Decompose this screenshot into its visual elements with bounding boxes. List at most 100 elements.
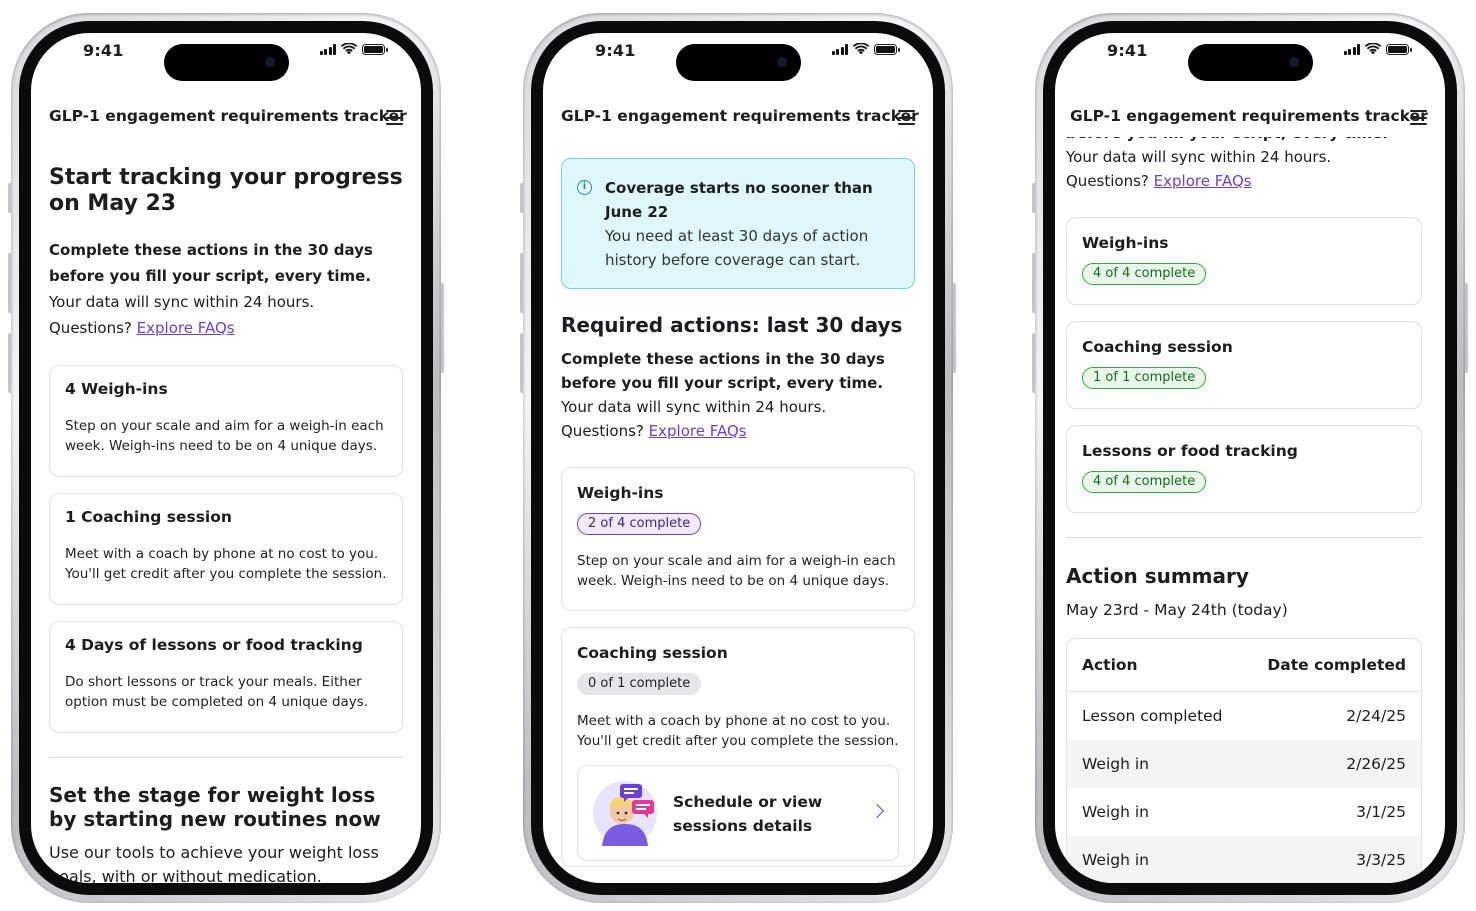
cellular-signal-icon — [831, 43, 848, 55]
status-icons — [1343, 43, 1412, 55]
hamburger-menu-icon[interactable] — [1410, 110, 1427, 125]
card-body: Meet with a coach by phone at no cost to… — [577, 713, 899, 749]
row-action: Weigh in — [1082, 755, 1149, 773]
info-icon: i — [577, 180, 592, 195]
card-body: Step on your scale and aim for a weigh-i… — [577, 553, 896, 589]
info-body: You need at least 30 days of action hist… — [605, 227, 869, 269]
coaching-session-card: Coaching session 0 of 1 complete Meet wi… — [561, 627, 915, 867]
card-body: Do short lessons or track your meals. Ei… — [65, 674, 369, 710]
table-row: Lesson completed 2/24/25 — [1067, 692, 1421, 740]
intro-text: Complete these actions in the 30 days be… — [49, 241, 373, 285]
explore-faqs-link[interactable]: Explore FAQs — [137, 319, 235, 337]
app-header: GLP-1 engagement requirements tracker — [543, 101, 933, 137]
card-title: Lessons or food tracking — [1082, 442, 1298, 460]
coverage-info-banner: i Coverage starts no sooner than June 22… — [561, 158, 915, 289]
weigh-ins-card: Weigh-ins 4 of 4 complete — [1066, 217, 1422, 305]
wifi-icon — [1365, 43, 1381, 55]
row-date: 3/1/25 — [1356, 803, 1406, 821]
complete-badge: 4 of 4 complete — [1082, 471, 1207, 493]
card-title: Weigh-ins — [1082, 234, 1169, 252]
cellular-signal-icon — [1343, 43, 1360, 55]
battery-icon — [874, 43, 900, 55]
phone-mockup-3: 9:41 GLP-1 engagement requirements track… — [1032, 13, 1468, 903]
row-action: Lesson completed — [1082, 707, 1223, 725]
status-icons — [831, 43, 900, 55]
app-title: GLP-1 engagement requirements tracker — [561, 107, 919, 125]
page-title: Start tracking your progress on May 23 — [49, 165, 403, 216]
card-title: Weigh-ins — [577, 484, 664, 502]
card-body: Step on your scale and aim for a weigh-i… — [65, 418, 384, 454]
app-header: GLP-1 engagement requirements tracker — [31, 101, 421, 137]
main-content: i Coverage starts no sooner than June 22… — [543, 137, 933, 883]
status-time: 9:41 — [83, 41, 124, 60]
explore-faqs-link[interactable]: Explore FAQs — [1154, 172, 1252, 190]
questions-line: Questions? Explore FAQs — [1066, 169, 1422, 193]
main-content: Start tracking your progress on May 23 C… — [31, 137, 421, 883]
phone-screen: 9:41 GLP-1 engagement requirements track… — [31, 33, 421, 883]
complete-badge: 4 of 4 complete — [1082, 263, 1207, 285]
row-date: 2/24/25 — [1346, 707, 1406, 725]
wifi-icon — [853, 43, 869, 55]
progress-badge: 2 of 4 complete — [577, 513, 702, 535]
weigh-ins-card: Weigh-ins 2 of 4 complete Step on your s… — [561, 467, 915, 611]
coaching-session-card: 1 Coaching session Meet with a coach by … — [49, 493, 403, 605]
status-icons — [319, 43, 388, 55]
table-row: Weigh in 2/26/25 — [1067, 740, 1421, 788]
card-title: 4 Days of lessons or food tracking — [65, 636, 363, 654]
action-summary-heading: Action summary — [1066, 564, 1249, 588]
phone-mockup-1: 9:41 GLP-1 engagement requirements track… — [8, 13, 444, 903]
table-header-row: Action Date completed — [1067, 639, 1421, 692]
summary-date-range: May 23rd - May 24th (today) — [1066, 601, 1288, 619]
app-header: GLP-1 engagement requirements tracker — [1055, 101, 1445, 137]
app-title: GLP-1 engagement requirements tracker — [1070, 107, 1428, 125]
column-header-date: Date completed — [1267, 656, 1406, 674]
weigh-ins-card: 4 Weigh-ins Step on your scale and aim f… — [49, 365, 403, 477]
progress-badge: 0 of 1 complete — [577, 673, 702, 695]
status-bar: 9:41 — [31, 33, 421, 83]
hamburger-menu-icon[interactable] — [898, 110, 915, 125]
sync-text: Your data will sync within 24 hours. — [1066, 148, 1332, 166]
status-bar: 9:41 — [1055, 33, 1445, 83]
status-bar: 9:41 — [543, 33, 933, 83]
row-date: 3/3/25 — [1356, 851, 1406, 869]
questions-line: Questions? Explore FAQs — [561, 419, 915, 443]
section-body: Use our tools to achieve your weight los… — [49, 843, 379, 883]
intro-text-partial: before you fill your script, every time. — [1066, 137, 1422, 145]
explore-faqs-link[interactable]: Explore FAQs — [649, 422, 747, 440]
section-heading: Set the stage for weight loss by startin… — [49, 783, 381, 831]
action-summary-table: Action Date completed Lesson completed 2… — [1066, 638, 1422, 883]
battery-icon — [362, 43, 388, 55]
info-title: Coverage starts no sooner than June 22 — [605, 179, 873, 221]
phone-mockup-2: 9:41 GLP-1 engagement requirements track… — [520, 13, 956, 903]
main-content: before you fill your script, every time.… — [1055, 137, 1445, 883]
questions-line: Questions? Explore FAQs — [49, 315, 403, 341]
status-time: 9:41 — [595, 41, 636, 60]
card-title: Coaching session — [1082, 338, 1233, 356]
coaching-session-card: Coaching session 1 of 1 complete — [1066, 321, 1422, 409]
row-action: Weigh in — [1082, 803, 1149, 821]
chevron-right-icon — [869, 803, 885, 819]
intro-text: Complete these actions in the 30 days be… — [561, 350, 885, 392]
lessons-food-tracking-card: Lessons or food tracking 4 of 4 complete — [1066, 425, 1422, 513]
lessons-food-tracking-card: 4 Days of lessons or food tracking Do sh… — [49, 621, 403, 733]
sync-text: Your data will sync within 24 hours. — [561, 398, 827, 416]
questions-label: Questions? — [561, 422, 644, 440]
questions-label: Questions? — [1066, 172, 1149, 190]
card-title: 1 Coaching session — [65, 508, 232, 526]
wifi-icon — [341, 43, 357, 55]
phone-screen: 9:41 GLP-1 engagement requirements track… — [1055, 33, 1445, 883]
coach-avatar-illustration — [593, 781, 657, 846]
schedule-sessions-label: Schedule or view sessions details — [673, 793, 823, 835]
questions-label: Questions? — [49, 319, 132, 337]
table-row: Weigh in 3/1/25 — [1067, 788, 1421, 836]
app-title: GLP-1 engagement requirements tracker — [49, 107, 407, 125]
hamburger-menu-icon[interactable] — [386, 110, 403, 125]
row-date: 2/26/25 — [1346, 755, 1406, 773]
card-title: 4 Weigh-ins — [65, 380, 168, 398]
schedule-sessions-button[interactable]: Schedule or view sessions details — [577, 765, 899, 861]
status-time: 9:41 — [1107, 41, 1148, 60]
complete-badge: 1 of 1 complete — [1082, 367, 1207, 389]
cellular-signal-icon — [319, 43, 336, 55]
column-header-action: Action — [1082, 656, 1138, 674]
row-action: Weigh in — [1082, 851, 1149, 869]
